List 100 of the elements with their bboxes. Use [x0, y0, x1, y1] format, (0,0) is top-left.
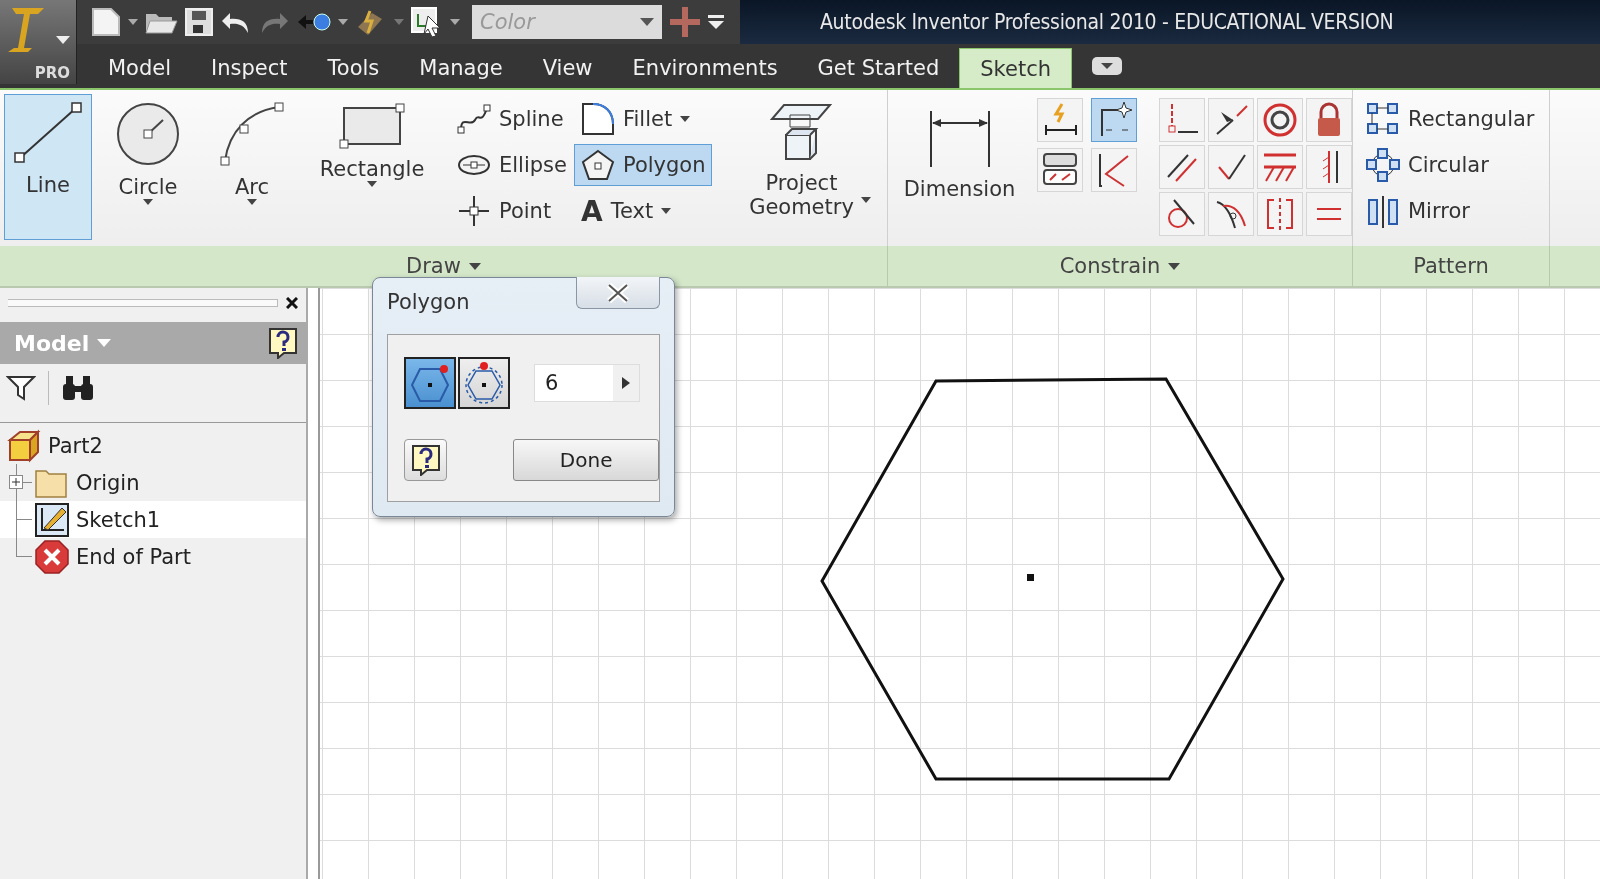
dialog-title: Polygon: [387, 290, 470, 314]
caret-icon: [143, 199, 153, 205]
select-arrow-icon[interactable]: [296, 10, 332, 34]
caret-icon[interactable]: [128, 19, 138, 25]
center-point: [1027, 574, 1034, 581]
constraint-tool-button[interactable]: [1306, 145, 1352, 189]
line-icon: [13, 101, 83, 165]
ribbon-tool-button[interactable]: Circle: [100, 94, 196, 240]
application-menu-button[interactable]: PRO: [0, 0, 77, 84]
caret-icon: [640, 18, 654, 26]
arc-icon: [219, 101, 285, 167]
ribbon-tab[interactable]: Get Started: [797, 48, 960, 88]
constraint-tool-button[interactable]: [1257, 98, 1303, 142]
constraint-tool-button[interactable]: [1159, 145, 1205, 189]
help-icon[interactable]: [268, 327, 298, 359]
sketch-icon: [34, 501, 70, 538]
ribbon-tool-button[interactable]: A Text: [573, 190, 713, 232]
help-button[interactable]: [404, 439, 448, 481]
save-icon[interactable]: [184, 7, 214, 37]
help-icon: [410, 444, 441, 476]
constraint-tool-button[interactable]: [1208, 145, 1254, 189]
binoculars-icon[interactable]: [61, 374, 95, 402]
constraint-tool-button[interactable]: [1159, 192, 1205, 236]
ribbon-tool-button[interactable]: Dimension: [892, 94, 1027, 240]
mirror-icon: [1366, 194, 1400, 228]
tree-item[interactable]: Part2: [46, 433, 105, 458]
close-button[interactable]: [576, 277, 660, 309]
ribbon-tool-button[interactable]: Point: [450, 190, 574, 232]
caret-icon: [1168, 262, 1181, 270]
caret-icon: [680, 116, 691, 122]
polygon-mode-button[interactable]: [404, 357, 456, 409]
ribbon-tab[interactable]: Sketch: [959, 48, 1072, 88]
circumscribed-polygon-icon: [462, 361, 506, 405]
caret-icon: [97, 339, 112, 347]
ribbon-tab[interactable]: Tools: [307, 48, 400, 88]
ribbon-tool-button[interactable]: Circular: [1359, 144, 1542, 186]
caret-icon: [367, 181, 377, 187]
caret-icon[interactable]: [450, 19, 460, 25]
caret-icon: [247, 199, 257, 205]
constraint-tool-button[interactable]: [1037, 98, 1083, 142]
ribbon-tab[interactable]: Model: [88, 48, 192, 88]
constraint-tool-button[interactable]: [1037, 148, 1083, 192]
done-button[interactable]: Done: [513, 439, 659, 481]
tree-item[interactable]: Sketch1: [74, 507, 163, 532]
expand-toggle[interactable]: [9, 475, 23, 489]
close-icon: [606, 282, 630, 303]
rectangular-pattern-icon: [1366, 102, 1400, 136]
caret-icon[interactable]: [338, 19, 348, 25]
ribbon-tool-button[interactable]: Arc: [204, 94, 300, 240]
minimize-ribbon-icon[interactable]: [1092, 57, 1122, 75]
ribbon-tool-button[interactable]: Mirror: [1359, 190, 1542, 232]
text-tool-icon: A: [580, 194, 603, 228]
window-title: Autodesk Inventor Professional 2010 - EDUCATIONAL VERSION: [820, 10, 1394, 34]
circular-pattern-icon: [1366, 148, 1400, 182]
plus-icon[interactable]: [668, 5, 702, 39]
pentagon-icon: [580, 149, 615, 181]
constraint-tool-button[interactable]: [1208, 192, 1254, 236]
spline-icon: [457, 104, 491, 134]
ribbon-tab[interactable]: Environments: [612, 48, 798, 88]
project-geometry-icon: [770, 101, 833, 163]
point-icon: [457, 194, 491, 228]
constraint-tool-button[interactable]: [1208, 98, 1254, 142]
caret-icon: [861, 197, 872, 203]
ribbon-tool-button[interactable]: Rectangle: [308, 94, 436, 240]
end-of-part-icon: [34, 538, 70, 575]
circle-icon: [115, 101, 181, 167]
close-button[interactable]: [286, 297, 298, 309]
ribbon-tool-button[interactable]: Ellipse: [450, 144, 574, 186]
ribbon-tool-button[interactable]: Fillet: [573, 98, 713, 140]
ribbon-tab[interactable]: Manage: [399, 48, 523, 88]
panel-title[interactable]: Pattern: [1413, 254, 1489, 278]
ribbon-tool-button[interactable]: Project Geometry: [726, 94, 877, 240]
tree-item[interactable]: End of Part: [74, 544, 193, 569]
polygon-mode-button[interactable]: [458, 357, 510, 409]
spin-arrow-icon[interactable]: [622, 377, 630, 389]
ribbon-tool-button[interactable]: Spline: [450, 98, 574, 140]
customize-caret-icon[interactable]: [708, 15, 724, 29]
caret-icon: [661, 208, 672, 214]
ribbon-tool-button[interactable]: Rectangular: [1359, 98, 1542, 140]
ribbon-tab[interactable]: Inspect: [191, 48, 308, 88]
edition-label: PRO: [34, 64, 70, 82]
ribbon-tool-button[interactable]: Line: [4, 94, 92, 240]
part-cube-icon: [6, 427, 42, 464]
panel-grip[interactable]: [8, 299, 278, 307]
fillet-icon: [580, 102, 615, 136]
constraint-tool-button[interactable]: [1091, 98, 1137, 142]
caret-icon: [468, 262, 481, 270]
close-icon: [286, 297, 298, 309]
sides-field[interactable]: 6: [534, 364, 640, 402]
ellipse-icon: [457, 153, 491, 177]
constraint-tool-button[interactable]: [1091, 148, 1137, 192]
new-document-icon[interactable]: [90, 7, 122, 37]
rectangle-icon: [339, 101, 405, 149]
ribbon-tool-button[interactable]: Polygon: [573, 144, 713, 186]
filter-icon[interactable]: [6, 375, 36, 401]
caret-icon[interactable]: [394, 19, 404, 25]
ribbon-tab[interactable]: View: [522, 48, 613, 88]
tree-item[interactable]: Origin: [74, 470, 142, 495]
panel-title[interactable]: Constrain: [1059, 254, 1181, 278]
panel-title[interactable]: Draw: [406, 254, 481, 278]
